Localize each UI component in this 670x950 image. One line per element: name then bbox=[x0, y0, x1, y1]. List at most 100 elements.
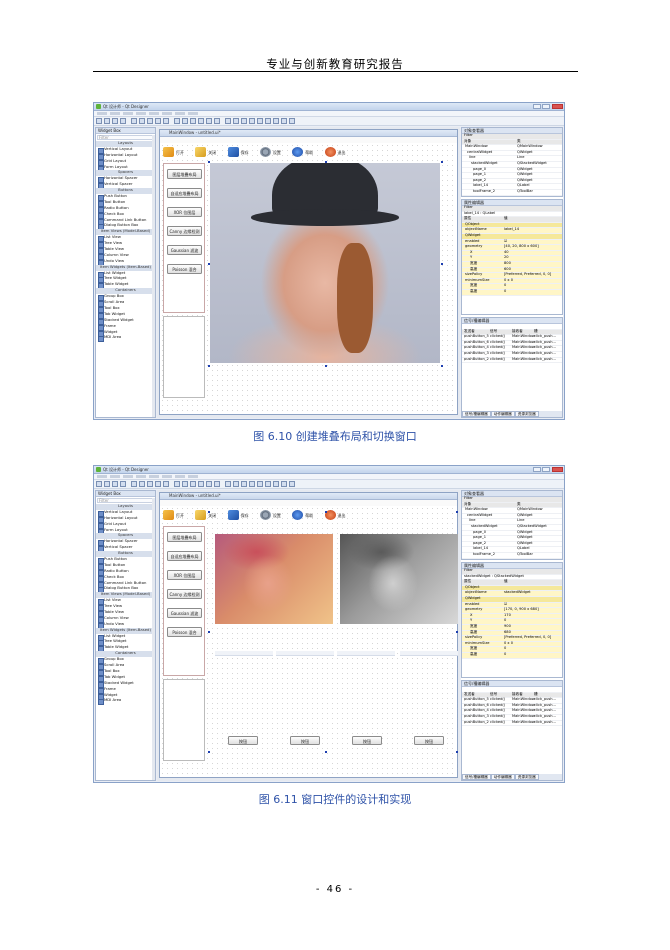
scrollbar[interactable] bbox=[152, 498, 155, 780]
toolbar-action-2[interactable]: 保存 bbox=[227, 146, 249, 159]
maximize-button[interactable] bbox=[542, 467, 550, 472]
toolbar-button[interactable] bbox=[112, 118, 118, 124]
side-button[interactable]: Poisson 混合 bbox=[167, 627, 202, 637]
property-row[interactable]: 高度 0 bbox=[462, 652, 562, 659]
toolbar-action-4[interactable]: 帮助 bbox=[292, 509, 313, 522]
menu-item[interactable] bbox=[123, 112, 133, 115]
side-button[interactable]: Gaussian 滤波 bbox=[167, 245, 202, 255]
toolbar-button[interactable] bbox=[131, 481, 137, 487]
menu-item[interactable] bbox=[110, 112, 120, 115]
toolbar-button[interactable] bbox=[241, 118, 247, 124]
toolbar-button[interactable] bbox=[182, 118, 188, 124]
side-button[interactable]: 图层堆叠布局 bbox=[167, 532, 202, 542]
selection-handle[interactable] bbox=[208, 631, 210, 633]
bottom-tab[interactable]: 资源浏览器 bbox=[514, 774, 539, 780]
toolbar-button[interactable] bbox=[120, 118, 126, 124]
toolbar-button[interactable] bbox=[104, 481, 110, 487]
toolbar-button[interactable] bbox=[155, 481, 161, 487]
toolbar-button[interactable] bbox=[233, 481, 239, 487]
selection-handle[interactable] bbox=[441, 263, 443, 265]
toolbar-action-5[interactable]: 退出 bbox=[324, 146, 346, 159]
bottom-tab[interactable]: 动作编辑器 bbox=[490, 774, 515, 780]
toolbar-button[interactable] bbox=[249, 118, 255, 124]
toolbar-button[interactable] bbox=[249, 481, 255, 487]
toolbar-button[interactable] bbox=[257, 118, 263, 124]
side-button[interactable]: Canny 边缘检测 bbox=[167, 589, 202, 599]
signal-row[interactable]: pushButton_2 clicked() MainWindow click_pus… bbox=[462, 357, 562, 364]
toolbar-action-2[interactable]: 保存 bbox=[227, 509, 249, 522]
selection-handle[interactable] bbox=[325, 365, 327, 367]
toolbar-button[interactable] bbox=[225, 118, 231, 124]
toolbar-action-5[interactable]: 退出 bbox=[324, 509, 346, 522]
menu-item[interactable] bbox=[136, 112, 146, 115]
widget-item[interactable]: MDI Area bbox=[96, 698, 155, 706]
menu-item[interactable] bbox=[149, 112, 159, 115]
side-button[interactable]: XOR 位图层 bbox=[167, 570, 202, 580]
toolbar-button[interactable] bbox=[139, 481, 145, 487]
side-button[interactable]: Gaussian 滤波 bbox=[167, 608, 202, 618]
toolbar-button[interactable] bbox=[131, 118, 137, 124]
selection-handle[interactable] bbox=[325, 511, 327, 513]
empty-list-widget[interactable] bbox=[163, 679, 205, 761]
maximize-button[interactable] bbox=[542, 104, 550, 109]
menu-item[interactable] bbox=[97, 112, 107, 115]
selection-handle[interactable] bbox=[441, 161, 443, 163]
toolbar-button[interactable] bbox=[281, 118, 287, 124]
menu-item[interactable] bbox=[162, 475, 172, 478]
side-button[interactable]: 图层堆叠布局 bbox=[167, 169, 202, 179]
toolbar-button[interactable] bbox=[289, 481, 295, 487]
toolbar-action-1[interactable]: 关闭 bbox=[195, 509, 216, 522]
toolbar-button[interactable] bbox=[214, 481, 220, 487]
signal-row[interactable]: pushButton_2 clicked() MainWindow click_pus… bbox=[462, 720, 562, 727]
bottom-tab[interactable]: 信号/槽编辑器 bbox=[462, 774, 491, 780]
minimize-button[interactable] bbox=[533, 467, 541, 472]
toolbar-button[interactable] bbox=[225, 481, 231, 487]
toolbar-button[interactable] bbox=[214, 118, 220, 124]
toolbar-button[interactable] bbox=[163, 118, 169, 124]
toolbar-button[interactable] bbox=[265, 481, 271, 487]
toolbar-button[interactable] bbox=[104, 118, 110, 124]
object-tree-row[interactable]: toolFrame_2 QToolBar bbox=[462, 189, 562, 196]
toolbar-action-0[interactable]: 打开 bbox=[163, 509, 184, 522]
toolbar-button[interactable] bbox=[198, 481, 204, 487]
side-button[interactable]: XOR 位图层 bbox=[167, 207, 202, 217]
thumb-button[interactable]: 按钮 bbox=[414, 736, 444, 745]
toolbar-action-4[interactable]: 帮助 bbox=[292, 146, 313, 159]
menu-item[interactable] bbox=[175, 112, 185, 115]
thumb-button[interactable]: 按钮 bbox=[352, 736, 382, 745]
toolbar-button[interactable] bbox=[206, 481, 212, 487]
widget-item[interactable]: MDI Area bbox=[96, 335, 155, 343]
bottom-tab[interactable]: 动作编辑器 bbox=[490, 411, 515, 417]
menu-item[interactable] bbox=[188, 112, 198, 115]
toolbar-button[interactable] bbox=[281, 481, 287, 487]
toolbar-action-0[interactable]: 打开 bbox=[163, 146, 184, 159]
toolbar-button[interactable] bbox=[147, 118, 153, 124]
menu-item[interactable] bbox=[188, 475, 198, 478]
toolbar-button[interactable] bbox=[182, 481, 188, 487]
toolbar-button[interactable] bbox=[265, 118, 271, 124]
selection-handle[interactable] bbox=[208, 365, 210, 367]
object-tree-row[interactable]: toolFrame_2 QToolBar bbox=[462, 552, 562, 559]
thumb-button[interactable]: 按钮 bbox=[228, 736, 258, 745]
menu-item[interactable] bbox=[136, 475, 146, 478]
menu-item[interactable] bbox=[110, 475, 120, 478]
menu-item[interactable] bbox=[149, 475, 159, 478]
menu-item[interactable] bbox=[175, 475, 185, 478]
minimize-button[interactable] bbox=[533, 104, 541, 109]
toolbar-button[interactable] bbox=[190, 118, 196, 124]
toolbar-button[interactable] bbox=[198, 118, 204, 124]
scrollbar[interactable] bbox=[152, 135, 155, 417]
menu-item[interactable] bbox=[162, 112, 172, 115]
toolbar-button[interactable] bbox=[147, 481, 153, 487]
selection-handle[interactable] bbox=[208, 751, 210, 753]
selection-handle[interactable] bbox=[456, 751, 458, 753]
toolbar-button[interactable] bbox=[273, 481, 279, 487]
close-button[interactable] bbox=[552, 467, 563, 472]
side-button[interactable]: Canny 边缘检测 bbox=[167, 226, 202, 236]
toolbar-button[interactable] bbox=[289, 118, 295, 124]
bottom-tab[interactable]: 资源浏览器 bbox=[514, 411, 539, 417]
selection-handle[interactable] bbox=[208, 161, 210, 163]
toolbar-button[interactable] bbox=[257, 481, 263, 487]
toolbar-button[interactable] bbox=[120, 481, 126, 487]
toolbar-button[interactable] bbox=[273, 118, 279, 124]
